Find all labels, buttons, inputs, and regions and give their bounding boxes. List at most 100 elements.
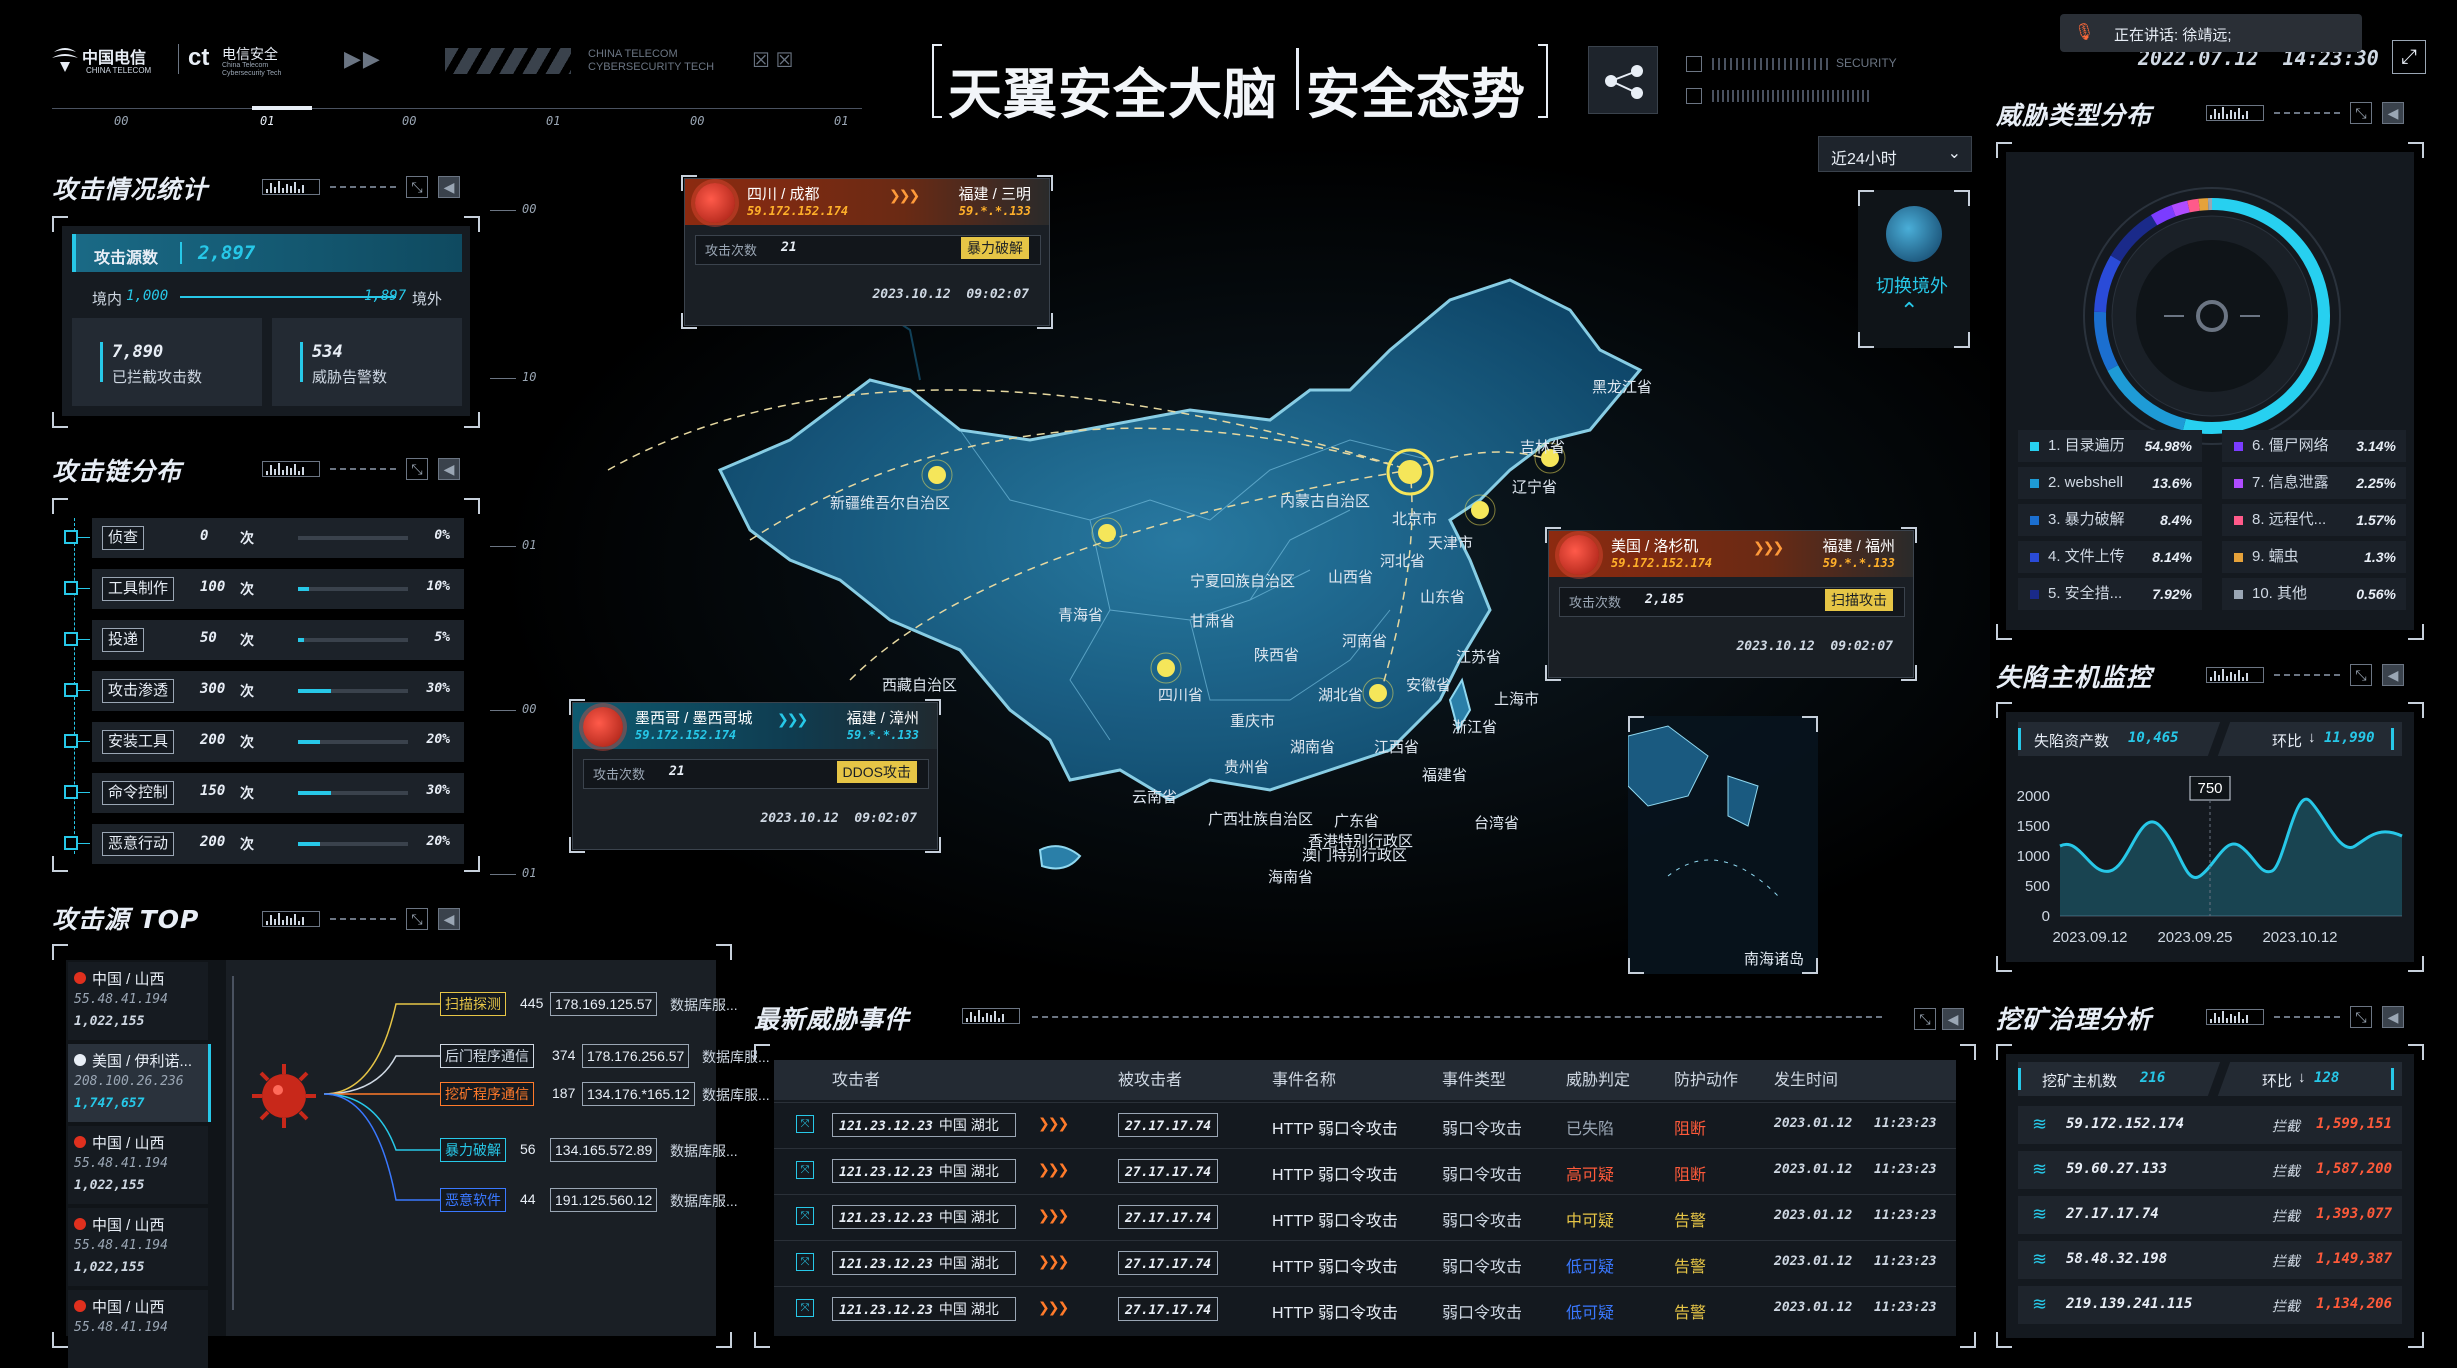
- attack-popup[interactable]: 美国 / 洛杉矶59.172.152.174❯❯❯福建 / 福州59.*.*.1…: [1548, 530, 1914, 678]
- province-label: 辽宁省: [1512, 476, 1557, 497]
- attack-chain-item[interactable]: 命令控制150次30%: [92, 773, 464, 813]
- attack-chain-item[interactable]: 安装工具200次20%: [92, 722, 464, 762]
- attack-stats-panel: 攻击源数 2,897 境内 1,000 1,897 境外 7,890 已拦截攻击…: [52, 216, 480, 428]
- mining-row[interactable]: ≋59.172.152.174拦截1,599,151: [2018, 1106, 2402, 1144]
- security-label: SECURITY: [1836, 56, 1897, 70]
- province-label: 海南省: [1268, 866, 1313, 887]
- flag-icon: [74, 1300, 86, 1312]
- popup-from: 美国 / 洛杉矶: [1611, 535, 1699, 556]
- attack-popup[interactable]: 墨西哥 / 墨西哥城59.172.152.174❯❯❯福建 / 漳州59.*.*…: [572, 702, 938, 850]
- legend-item[interactable]: 1. 目录遍历54.98%: [2018, 430, 2202, 462]
- collapse-icon[interactable]: ⤡: [2350, 664, 2372, 686]
- collapse-icon[interactable]: ⤡: [406, 458, 428, 480]
- province-label: 西藏自治区: [882, 674, 957, 695]
- chevron-down-icon: ⌄: [1948, 143, 1961, 163]
- page-title: 天翼安全大脑 安全态势: [932, 44, 1548, 116]
- fallen-assets-bar: 失陷资产数 10,465 环比 ↓ 11,990: [2018, 722, 2402, 756]
- legend-value: 1.3%: [2364, 541, 2396, 573]
- mining-row[interactable]: ≋58.48.32.198拦截1,149,387: [2018, 1241, 2402, 1279]
- attack-source-item[interactable]: 中国 / 山西55.48.41.1941,022,155: [68, 962, 208, 1040]
- legend-item[interactable]: 2. webshell13.6%: [2018, 467, 2202, 499]
- layers-icon: ≋: [2032, 1159, 2047, 1180]
- fullscreen-button[interactable]: ⤢: [2392, 40, 2426, 74]
- legend-item[interactable]: 6. 僵尸网络3.14%: [2222, 430, 2406, 462]
- attack-chain-panel: 侦查0次0% 工具制作100次10% 投递50次5% 攻击渗透300次30% 安装工具2…: [52, 498, 480, 872]
- arrows-icon: ❯❯❯: [777, 711, 806, 728]
- legend-swatch: [2030, 516, 2039, 525]
- attack-source-item[interactable]: 中国 / 山西55.48.41.194: [68, 1290, 208, 1368]
- attack-chain-item[interactable]: 侦查0次0%: [92, 518, 464, 558]
- attacker-box: 121.23.12.23中国 湖北: [832, 1113, 1016, 1137]
- expand-icon[interactable]: ⤧: [796, 1161, 814, 1179]
- expand-icon[interactable]: ⤧: [796, 1253, 814, 1271]
- logo2-sub: China Telecom Cybersecurity Tech: [222, 62, 282, 78]
- expand-icon[interactable]: ⤧: [796, 1115, 814, 1133]
- mining-row[interactable]: ≋219.139.241.115拦截1,134,206: [2018, 1286, 2402, 1324]
- province-label: 广东省: [1334, 810, 1379, 831]
- arrow-left-icon[interactable]: ◀: [1942, 1008, 1964, 1030]
- expand-icon[interactable]: ⤧: [796, 1207, 814, 1225]
- source-ip: 55.48.41.194: [74, 1320, 168, 1335]
- arrow-left-icon[interactable]: ◀: [2382, 1006, 2404, 1028]
- switch-abroad-button[interactable]: 切换境外 ⌃: [1858, 190, 1970, 348]
- expand-icon[interactable]: ⤧: [796, 1299, 814, 1317]
- time-range-select[interactable]: 近24小时 ⌄: [1818, 136, 1972, 172]
- province-label: 甘肃省: [1190, 610, 1235, 631]
- arrow-left-icon[interactable]: ◀: [2382, 102, 2404, 124]
- province-label: 天津市: [1428, 532, 1473, 553]
- attack-source-item[interactable]: 中国 / 山西55.48.41.1941,022,155: [68, 1126, 208, 1204]
- y-tick-label: 500: [2025, 878, 2050, 895]
- collapse-icon[interactable]: ⤡: [406, 908, 428, 930]
- legend-item[interactable]: 9. 蠕虫1.3%: [2222, 541, 2406, 573]
- table-row[interactable]: ⤧121.23.12.23中国 湖北❯❯❯27.17.17.74HTTP 弱口令…: [774, 1102, 1956, 1147]
- legend-item[interactable]: 3. 暴力破解8.4%: [2018, 504, 2202, 536]
- attack-popup[interactable]: 四川 / 成都59.172.152.174❯❯❯福建 / 三明59.*.*.13…: [684, 178, 1050, 326]
- attack-source-item[interactable]: 美国 / 伊利诺...208.100.26.2361,747,657: [68, 1044, 211, 1122]
- arrow-left-icon[interactable]: ◀: [438, 908, 460, 930]
- arrow-left-icon[interactable]: ◀: [438, 458, 460, 480]
- province-label: 台湾省: [1474, 812, 1519, 833]
- popup-from-ip: 59.172.152.174: [1611, 556, 1712, 570]
- source-ip: 55.48.41.194: [74, 992, 168, 1007]
- attack-chain-item[interactable]: 投递50次5%: [92, 620, 464, 660]
- legend-item[interactable]: 8. 远程代...1.57%: [2222, 504, 2406, 536]
- virus-icon: [248, 1060, 320, 1132]
- collapse-icon[interactable]: ⤡: [1914, 1008, 1936, 1030]
- table-row[interactable]: ⤧121.23.12.23中国 湖北❯❯❯27.17.17.74HTTP 弱口令…: [774, 1148, 1956, 1193]
- attack-top-panel: 中国 / 山西55.48.41.1941,022,155美国 / 伊利诺...2…: [52, 944, 732, 1348]
- mining-row[interactable]: ≋27.17.17.74拦截1,393,077: [2018, 1196, 2402, 1234]
- series-area: [2060, 799, 2402, 916]
- table-row[interactable]: ⤧121.23.12.23中国 湖北❯❯❯27.17.17.74HTTP 弱口令…: [774, 1240, 1956, 1285]
- attack-chain-item[interactable]: 工具制作100次10%: [92, 569, 464, 609]
- attack-source-item[interactable]: 中国 / 山西55.48.41.1941,022,155: [68, 1208, 208, 1286]
- province-label: 湖南省: [1290, 736, 1335, 757]
- chain-node-icon: [64, 632, 78, 646]
- attack-chain-item[interactable]: 恶意行动200次20%: [92, 824, 464, 864]
- popup-from-ip: 59.172.152.174: [747, 204, 848, 218]
- mining-row[interactable]: ≋59.60.27.133拦截1,587,200: [2018, 1151, 2402, 1189]
- table-row[interactable]: ⤧121.23.12.23中国 湖北❯❯❯27.17.17.74HTTP 弱口令…: [774, 1286, 1956, 1331]
- collapse-icon[interactable]: ⤡: [2350, 1006, 2372, 1028]
- branch-type: 后门程序通信: [440, 1044, 534, 1068]
- victim-box: 27.17.17.74: [1118, 1297, 1218, 1321]
- province-label: 澳门特别行政区: [1302, 844, 1407, 865]
- direction-arrows-icon: ❯❯❯: [1038, 1207, 1067, 1224]
- legend-item[interactable]: 5. 安全措...7.92%: [2018, 578, 2202, 610]
- arrow-left-icon[interactable]: ◀: [2382, 664, 2404, 686]
- legend-item[interactable]: 10. 其他0.56%: [2222, 578, 2406, 610]
- attacker-box: 121.23.12.23中国 湖北: [832, 1297, 1016, 1321]
- alerts-card: 534 威胁告警数: [272, 318, 462, 406]
- chain-count: 300: [200, 681, 225, 697]
- province-label: 新疆维吾尔自治区: [830, 492, 950, 513]
- layers-icon: ≋: [2032, 1204, 2047, 1225]
- province-label: 江苏省: [1456, 646, 1501, 667]
- arrow-down-icon: ↓: [2308, 729, 2316, 746]
- network-toggle-button[interactable]: [1588, 46, 1658, 114]
- legend-item[interactable]: 7. 信息泄露2.25%: [2222, 467, 2406, 499]
- attack-chain-item[interactable]: 攻击渗透300次30%: [92, 671, 464, 711]
- collapse-icon[interactable]: ⤡: [2350, 102, 2372, 124]
- table-row[interactable]: ⤧121.23.12.23中国 湖北❯❯❯27.17.17.74HTTP 弱口令…: [774, 1194, 1956, 1239]
- collapse-icon[interactable]: ⤡: [406, 176, 428, 198]
- legend-item[interactable]: 4. 文件上传8.14%: [2018, 541, 2202, 573]
- arrow-left-icon[interactable]: ◀: [438, 176, 460, 198]
